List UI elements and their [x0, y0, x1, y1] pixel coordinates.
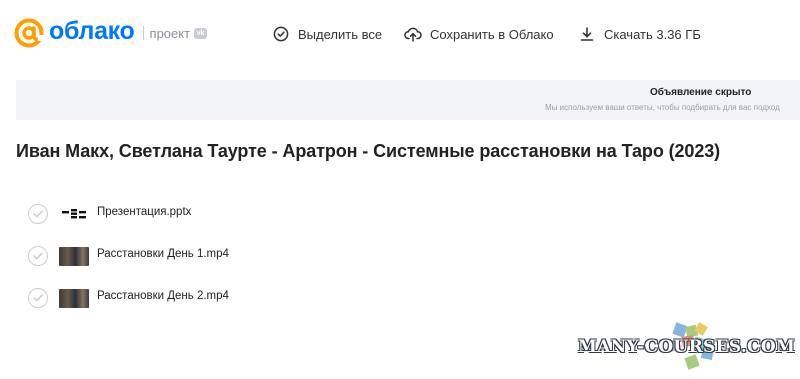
- file-name[interactable]: Расстановки День 1.mp4: [97, 248, 229, 260]
- save-to-cloud-button[interactable]: Сохранить в Облако: [404, 24, 554, 44]
- check-icon: [33, 294, 43, 302]
- file-row[interactable]: Расстановки День 2.mp4: [0, 280, 800, 322]
- check-circle-icon: [272, 25, 290, 43]
- file-row[interactable]: Расстановки День 1.mp4: [0, 238, 800, 280]
- download-button[interactable]: Скачать 3.36 ГБ: [578, 24, 701, 44]
- logo-text: облако: [49, 17, 135, 45]
- file-list: Презентация.pptx Расстановки День 1.mp4 …: [0, 196, 800, 322]
- video-thumbnail: [59, 247, 89, 266]
- file-row[interactable]: Презентация.pptx: [0, 196, 800, 238]
- file-name[interactable]: Презентация.pptx: [97, 206, 191, 218]
- cloud-logo[interactable]: облако проект vk: [14, 17, 208, 48]
- file-name[interactable]: Расстановки День 2.mp4: [97, 290, 229, 302]
- page-title: Иван Макх, Светлана Таурте - Аратрон - С…: [16, 141, 721, 161]
- check-icon: [33, 210, 43, 218]
- download-label: Скачать 3.36 ГБ: [604, 26, 701, 42]
- ad-hidden-subtitle: Мы используем ваши ответы, чтобы подбира…: [545, 103, 780, 112]
- select-all-button[interactable]: Выделить все: [272, 24, 382, 44]
- logo-divider: [142, 26, 144, 40]
- vk-icon: vk: [194, 27, 208, 39]
- watermark-text: MANY-COURSES.COM: [578, 337, 796, 357]
- at-sign-logo-icon: [14, 18, 44, 48]
- ad-hidden-title: Объявление скрыто: [650, 87, 752, 98]
- presentation-file-icon: [59, 203, 89, 225]
- file-checkbox[interactable]: [28, 204, 48, 224]
- download-icon: [578, 25, 596, 43]
- cloud-upload-icon: [404, 25, 422, 43]
- file-checkbox[interactable]: [28, 246, 48, 266]
- header: облако проект vk Выделить все Сохранить …: [0, 0, 800, 66]
- check-icon: [33, 252, 43, 260]
- project-label: проект: [149, 25, 191, 41]
- save-to-cloud-label: Сохранить в Облако: [430, 26, 554, 42]
- file-checkbox[interactable]: [28, 288, 48, 308]
- video-thumbnail: [59, 289, 89, 308]
- ad-banner: [16, 80, 800, 120]
- select-all-label: Выделить все: [298, 26, 383, 42]
